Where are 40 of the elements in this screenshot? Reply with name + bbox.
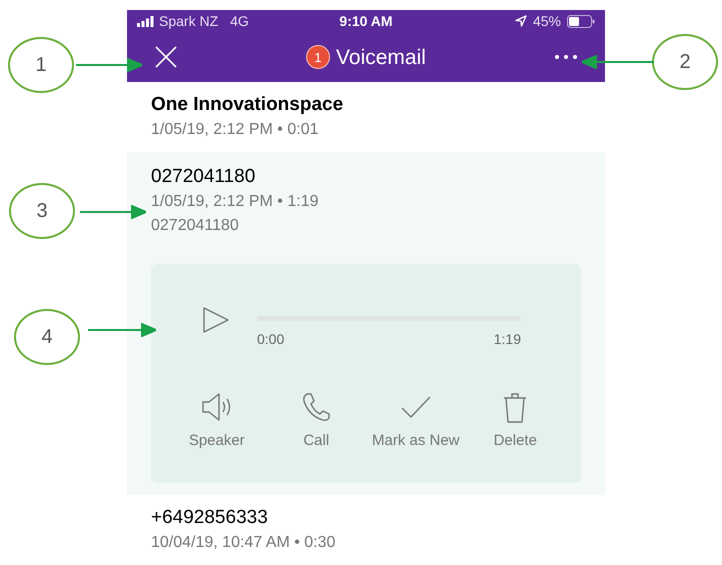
more-icon — [555, 55, 577, 60]
total-time: 1:19 — [494, 330, 521, 349]
location-icon — [514, 15, 527, 28]
callout-number: 1 — [8, 37, 74, 93]
callout-arrow — [80, 205, 146, 219]
callout-arrow — [88, 323, 156, 337]
call-button[interactable]: Call — [266, 390, 366, 452]
signal-icon — [137, 16, 155, 27]
speaker-icon — [200, 392, 233, 422]
carrier-name: Spark NZ — [159, 12, 218, 31]
battery-percent: 45% — [532, 12, 561, 31]
voicemail-meta: 1/05/19, 2:12 PM • 1:19 — [151, 192, 320, 212]
delete-button[interactable]: Delete — [466, 390, 565, 452]
status-time: 9:10 AM — [339, 12, 393, 31]
phone-icon — [301, 392, 332, 422]
play-icon — [202, 306, 230, 334]
callout-number: 4 — [14, 309, 80, 365]
caller-name: 0272041180 — [151, 165, 256, 189]
trash-icon — [503, 391, 528, 423]
unread-badge: 1 — [306, 45, 330, 70]
close-button[interactable] — [153, 44, 179, 70]
callout-number: 3 — [9, 183, 75, 239]
screen-title: Voicemail — [336, 44, 426, 71]
play-button[interactable] — [201, 305, 231, 335]
check-icon — [400, 396, 431, 418]
voicemail-meta: 10/04/19, 10:47 AM • 0:30 — [151, 533, 336, 553]
voicemail-item[interactable]: 0272041180 1/05/19, 2:12 PM • 1:19 0272041180 0:00 1:19 Speaker Call Mark as New Delete — [127, 152, 605, 495]
callout-arrow — [582, 55, 654, 69]
phone-number: 0272041180 — [151, 216, 240, 236]
check-button[interactable]: Mark as New — [366, 390, 466, 452]
network-type: 4G — [230, 12, 249, 31]
elapsed-time: 0:00 — [257, 330, 284, 349]
callout-arrow — [76, 58, 142, 72]
callout-number: 2 — [652, 34, 718, 90]
caller-name: One Innovationspace — [151, 93, 344, 117]
close-icon — [155, 46, 177, 68]
caller-name: +6492856333 — [151, 506, 269, 530]
voicemail-meta: 1/05/19, 2:12 PM • 0:01 — [151, 120, 320, 140]
speaker-button[interactable]: Speaker — [167, 390, 266, 452]
battery-icon — [567, 14, 595, 28]
